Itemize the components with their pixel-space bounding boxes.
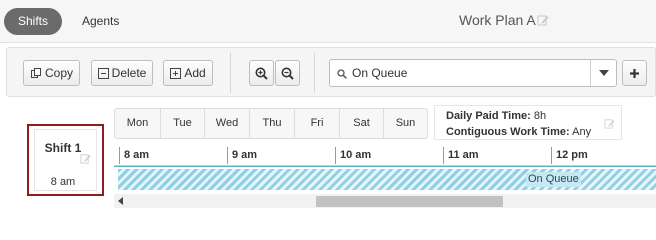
- daily-paid-time: Daily Paid Time: 8h: [446, 110, 546, 122]
- add-activity-button[interactable]: [622, 60, 647, 86]
- contiguous-work-time: Contiguous Work Time: Any: [446, 126, 591, 138]
- shift-card[interactable]: Shift 1 8 am: [27, 124, 104, 196]
- day-mon[interactable]: Mon: [115, 109, 161, 138]
- edit-icon[interactable]: [80, 153, 91, 167]
- scrollbar-thumb[interactable]: [316, 196, 503, 207]
- shift-timeline: 8 am 9 am 10 am 11 am 12 pm On Queue: [114, 146, 656, 214]
- horizontal-scrollbar[interactable]: [114, 194, 656, 208]
- shift-start-time: 8 am: [50, 176, 76, 188]
- timeline-divider: [114, 166, 656, 167]
- work-plan-title: Work Plan A: [459, 12, 536, 28]
- activity-select[interactable]: On Queue: [329, 59, 617, 87]
- zoom-in-button[interactable]: [249, 60, 274, 86]
- time-ruler: 8 am 9 am 10 am 11 am 12 pm: [114, 146, 656, 166]
- contiguous-label: Contiguous Work Time:: [446, 126, 570, 138]
- day-wed[interactable]: Wed: [205, 109, 250, 138]
- minus-box-icon: [97, 67, 109, 79]
- daily-paid-label: Daily Paid Time:: [446, 110, 531, 122]
- day-selector: Mon Tue Wed Thu Fri Sat Sun: [114, 108, 428, 139]
- edit-icon[interactable]: [604, 118, 615, 132]
- delete-button[interactable]: Delete: [91, 60, 153, 86]
- contiguous-value: Any: [572, 126, 592, 138]
- day-sun[interactable]: Sun: [384, 109, 427, 138]
- search-icon: [337, 68, 347, 82]
- day-tue[interactable]: Tue: [161, 109, 205, 138]
- daily-paid-value: 8h: [533, 110, 547, 122]
- copy-label: Copy: [44, 66, 73, 80]
- add-label: Add: [184, 66, 206, 80]
- toolbar: Copy Delete Add On Queue: [6, 47, 656, 97]
- scroll-left-icon[interactable]: [118, 197, 123, 205]
- delete-label: Delete: [111, 66, 147, 80]
- time-tick: 11 am: [443, 147, 479, 164]
- add-button[interactable]: Add: [163, 60, 213, 86]
- time-tick: 10 am: [335, 147, 371, 164]
- plus-icon: [629, 68, 640, 79]
- time-tick: 9 am: [227, 147, 257, 164]
- zoom-in-icon: [255, 67, 268, 80]
- chevron-down-icon[interactable]: [590, 60, 616, 86]
- shift-summary: Daily Paid Time: 8h Contiguous Work Time…: [434, 105, 622, 140]
- plus-box-icon: [170, 67, 182, 79]
- tab-agents[interactable]: Agents: [68, 8, 133, 35]
- time-tick: 12 pm: [551, 147, 588, 164]
- activity-select-value: On Queue: [352, 66, 408, 80]
- edit-icon[interactable]: [537, 14, 549, 29]
- zoom-out-button[interactable]: [275, 60, 300, 86]
- toolbar-divider: [314, 53, 315, 93]
- day-sat[interactable]: Sat: [340, 109, 384, 138]
- copy-button[interactable]: Copy: [23, 60, 80, 86]
- activity-label: On Queue: [526, 172, 581, 187]
- top-bar: Shifts Agents Work Plan A: [0, 0, 656, 43]
- toolbar-divider: [230, 53, 231, 93]
- zoom-out-icon: [281, 67, 294, 80]
- time-tick: 8 am: [119, 147, 149, 164]
- tab-shifts[interactable]: Shifts: [4, 8, 63, 35]
- copy-icon: [30, 67, 42, 79]
- day-thu[interactable]: Thu: [250, 109, 295, 138]
- day-fri[interactable]: Fri: [295, 109, 340, 138]
